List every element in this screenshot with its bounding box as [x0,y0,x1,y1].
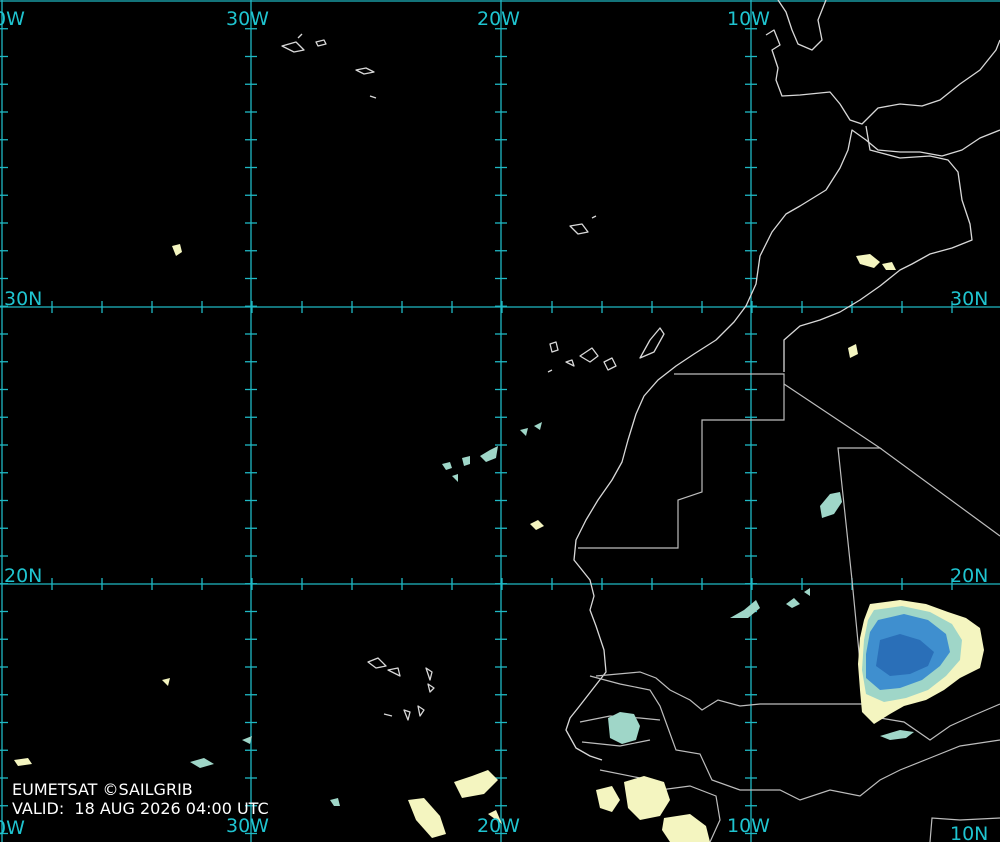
credit-source: EUMETSAT ©SAILGRIB [12,780,193,799]
cloud-senegal [608,712,640,744]
map-background [0,0,1000,842]
label-lon-10w-top: 10W [727,8,770,30]
label-lon-30w-bottom: 30W [226,815,269,837]
label-lon-0w-top: 0W [0,8,25,30]
label-lat-10n-right: 10N [950,823,988,842]
label-lon-30w-top: 30W [226,8,269,30]
label-lon-20w-top: 20W [477,8,520,30]
label-lon-10w-bottom: 10W [727,815,770,837]
satellite-map: 0W 30W 20W 10W 30N 30N 20N 20N 0W 30W 20… [0,0,1000,842]
label-lat-30n-right: 30N [950,288,988,310]
label-lon-20w-bottom: 20W [477,815,520,837]
label-lon-0w-bottom: 0W [0,817,25,839]
label-lat-20n-right: 20N [950,565,988,587]
label-lat-20n-left: 20N [4,565,42,587]
credit-valid-time: VALID: 18 AUG 2026 04:00 UTC [12,799,269,818]
label-lat-30n-left: 30N [4,288,42,310]
